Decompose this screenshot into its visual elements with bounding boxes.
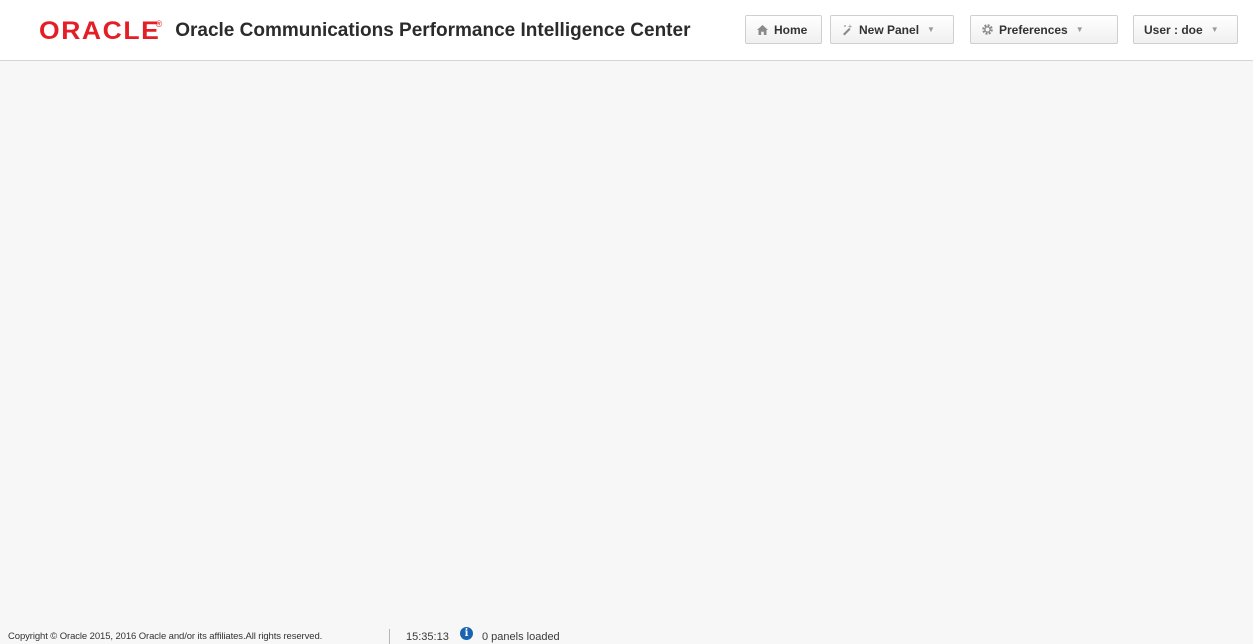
user-menu-button[interactable]: User : doe ▼ — [1133, 15, 1238, 44]
footer-divider — [389, 629, 390, 644]
oracle-logo: ORACLE — [39, 17, 161, 45]
new-panel-icon — [840, 23, 854, 37]
app-window: ORACLE ® Oracle Communications Performan… — [0, 0, 1253, 644]
gear-icon — [980, 23, 994, 37]
status-text: 0 panels loaded — [482, 631, 560, 643]
chevron-down-icon: ▼ — [927, 24, 935, 34]
copyright-text: Copyright © Oracle 2015, 2016 Oracle and… — [8, 631, 323, 642]
chevron-down-icon: ▼ — [1210, 24, 1219, 34]
workspace-area[interactable] — [0, 61, 1253, 626]
new-panel-button[interactable]: New Panel ▼ — [830, 15, 954, 44]
home-button[interactable]: Home — [745, 15, 822, 44]
home-label: Home — [774, 22, 808, 37]
app-title: Oracle Communications Performance Intell… — [175, 20, 691, 41]
user-label: User : doe — [1144, 22, 1203, 37]
branding: ORACLE ® Oracle Communications Performan… — [39, 17, 690, 45]
clock-time: 15:35:13 — [406, 631, 449, 643]
chevron-down-icon: ▼ — [1075, 24, 1084, 34]
home-icon — [755, 23, 769, 37]
new-panel-label: New Panel — [859, 22, 920, 37]
status-bar: Copyright © Oracle 2015, 2016 Oracle and… — [0, 626, 1253, 644]
header-bar: ORACLE ® Oracle Communications Performan… — [0, 0, 1253, 61]
preferences-label: Preferences — [999, 22, 1068, 37]
info-icon[interactable]: i — [460, 627, 473, 640]
preferences-button[interactable]: Preferences ▼ — [970, 15, 1118, 44]
